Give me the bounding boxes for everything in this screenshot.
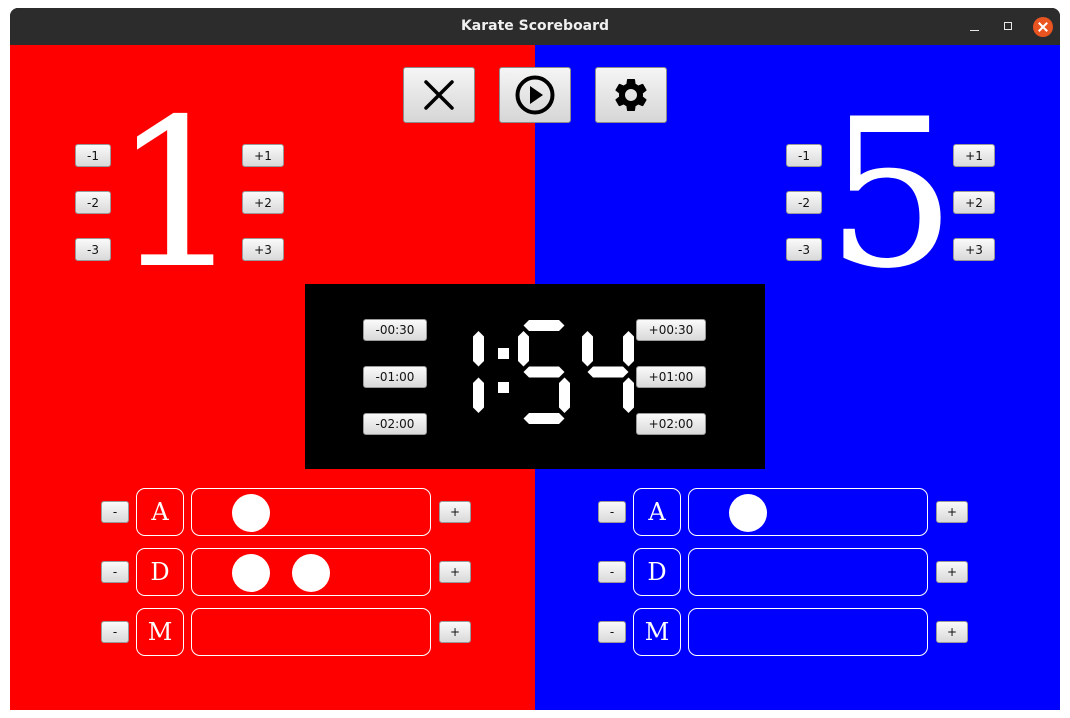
- timer-minus-30s-button[interactable]: -00:30: [363, 319, 427, 341]
- blue-row-m-plus-button[interactable]: +: [936, 621, 968, 643]
- red-score: 1: [112, 76, 243, 314]
- blue-minus-3-button[interactable]: -3: [786, 238, 822, 261]
- app-window: Karate Scoreboard -1 -2 -3 1 +1 +2 +3 - …: [10, 8, 1060, 710]
- blue-minus-2-button[interactable]: -2: [786, 191, 822, 214]
- gear-icon: [615, 78, 647, 111]
- red-minus-2-button[interactable]: -2: [75, 191, 111, 214]
- clock-segment: [518, 331, 529, 367]
- play-button[interactable]: [499, 67, 571, 123]
- clock-segment: [623, 377, 634, 413]
- clock-digit: [473, 331, 484, 413]
- blue-row-d-label: D: [633, 548, 681, 596]
- red-row-d-box: [191, 548, 431, 596]
- blue-row-a-dot: [729, 494, 767, 532]
- clock-segment: [473, 377, 484, 413]
- close-icon: [424, 80, 454, 110]
- red-row-d-dot: [292, 554, 330, 592]
- close-window-button[interactable]: [1033, 17, 1053, 37]
- clock-segment: [623, 331, 634, 367]
- blue-row-a-minus-button[interactable]: -: [598, 501, 626, 523]
- red-row-a-box: [191, 488, 431, 536]
- red-row-d-minus-button[interactable]: -: [101, 561, 129, 583]
- red-row-d-dot: [232, 554, 270, 592]
- clock-segment: [559, 377, 570, 413]
- scoreboard: -1 -2 -3 1 +1 +2 +3 - A + - D + - M + -1…: [10, 45, 1060, 710]
- red-row-m-minus-button[interactable]: -: [101, 621, 129, 643]
- blue-row-a-box: [688, 488, 928, 536]
- title-bar: Karate Scoreboard: [10, 8, 1060, 45]
- minimize-button[interactable]: [965, 17, 985, 37]
- red-minus-1-button[interactable]: -1: [75, 144, 111, 167]
- blue-row-d-plus-button[interactable]: +: [936, 561, 968, 583]
- blue-score: 5: [826, 76, 957, 314]
- clock-digit: [582, 331, 634, 413]
- blue-minus-1-button[interactable]: -1: [786, 144, 822, 167]
- red-plus-1-button[interactable]: +1: [242, 144, 284, 167]
- timer-plus-30s-button[interactable]: +00:30: [636, 319, 706, 341]
- blue-row-a-plus-button[interactable]: +: [936, 501, 968, 523]
- clock-segment: [582, 331, 593, 367]
- red-row-a-minus-button[interactable]: -: [101, 501, 129, 523]
- clock-digit: [518, 320, 570, 424]
- clock-segment: [587, 366, 629, 378]
- clock-colon-dot: [498, 382, 509, 393]
- red-row-d-label: D: [136, 548, 184, 596]
- blue-row-d-minus-button[interactable]: -: [598, 561, 626, 583]
- red-row-d-plus-button[interactable]: +: [439, 561, 471, 583]
- timer-minus-2m-button[interactable]: -02:00: [363, 413, 427, 435]
- red-row-a-dot: [232, 494, 270, 532]
- blue-row-d-box: [688, 548, 928, 596]
- red-row-m-box: [191, 608, 431, 656]
- clock-segment: [523, 320, 565, 331]
- settings-button[interactable]: [595, 67, 667, 123]
- timer-panel: -00:30 -01:00 -02:00 +00:30 +01:00 +02:0…: [305, 284, 765, 469]
- blue-row-a-label: A: [633, 488, 681, 536]
- red-row-m-plus-button[interactable]: +: [439, 621, 471, 643]
- timer-plus-2m-button[interactable]: +02:00: [636, 413, 706, 435]
- blue-plus-1-button[interactable]: +1: [953, 144, 995, 167]
- red-row-a-label: A: [136, 488, 184, 536]
- reset-button[interactable]: [403, 67, 475, 123]
- timer-minus-1m-button[interactable]: -01:00: [363, 366, 427, 388]
- red-row-a-plus-button[interactable]: +: [439, 501, 471, 523]
- red-plus-3-button[interactable]: +3: [242, 238, 284, 261]
- clock-segment: [523, 413, 565, 424]
- clock-segment: [473, 331, 484, 367]
- clock-segment: [523, 366, 565, 378]
- red-row-m-label: M: [136, 608, 184, 656]
- blue-row-m-label: M: [633, 608, 681, 656]
- blue-row-m-minus-button[interactable]: -: [598, 621, 626, 643]
- clock-colon-dot: [498, 348, 509, 359]
- window-title: Karate Scoreboard: [460, 18, 610, 34]
- red-minus-3-button[interactable]: -3: [75, 238, 111, 261]
- blue-plus-3-button[interactable]: +3: [953, 238, 995, 261]
- maximize-button[interactable]: [999, 17, 1019, 37]
- blue-plus-2-button[interactable]: +2: [953, 191, 995, 214]
- blue-row-m-box: [688, 608, 928, 656]
- red-plus-2-button[interactable]: +2: [242, 191, 284, 214]
- play-icon: [515, 75, 555, 115]
- timer-display: [473, 320, 634, 424]
- timer-plus-1m-button[interactable]: +01:00: [636, 366, 706, 388]
